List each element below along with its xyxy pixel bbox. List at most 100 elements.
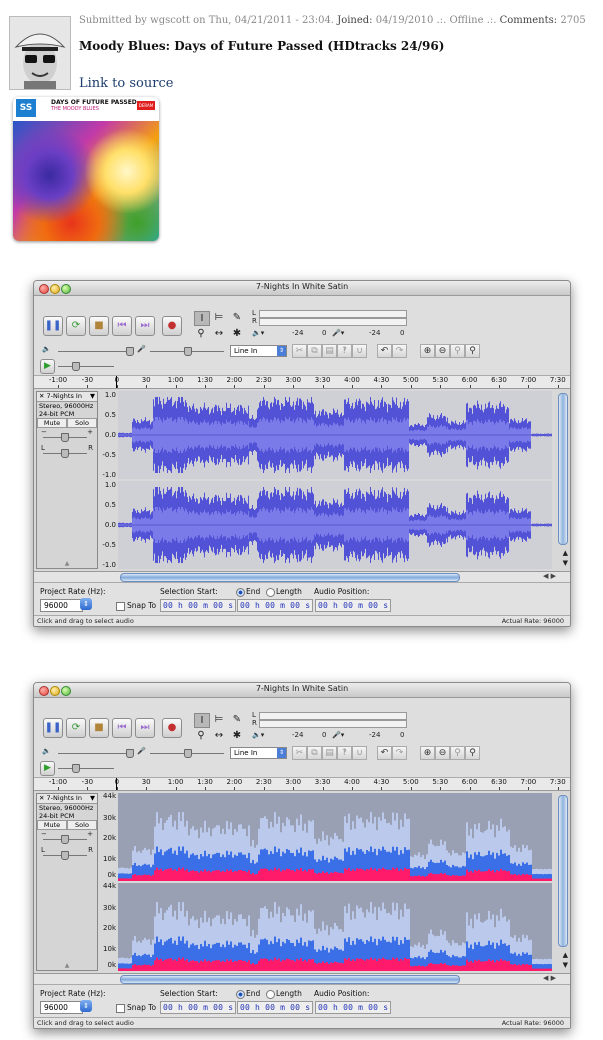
input-volume-thumb[interactable] — [184, 749, 192, 758]
trim-icon[interactable]: ‽ — [337, 746, 352, 760]
record-button[interactable]: ● — [162, 316, 182, 336]
silence-icon[interactable]: ∪ — [352, 344, 367, 358]
play-speed-slider[interactable] — [58, 366, 114, 367]
scroll-up-arrow-icon[interactable]: ▲ — [563, 549, 568, 557]
length-radio[interactable] — [266, 588, 275, 597]
project-rate-input[interactable]: 96000 — [40, 599, 83, 612]
fit-project-icon[interactable]: ⚲ — [465, 344, 480, 358]
window-titlebar[interactable]: 7-Nights In White Satin — [34, 281, 570, 296]
timeshift-tool-icon[interactable]: ↔ — [212, 729, 226, 742]
zoom-tool-icon[interactable]: ⚲ — [194, 729, 208, 742]
waveform-left-channel[interactable] — [118, 391, 552, 479]
zoom-tool-icon[interactable]: ⚲ — [194, 327, 208, 340]
zoom-in-icon[interactable]: ⊕ — [420, 344, 435, 358]
stop-button[interactable]: ■ — [89, 316, 109, 336]
selection-end-time[interactable]: 00 h 00 m 00 s — [237, 1001, 314, 1014]
timeshift-tool-icon[interactable]: ↔ — [212, 327, 226, 340]
zoom-in-icon[interactable]: ⊕ — [420, 746, 435, 760]
end-radio[interactable] — [236, 990, 245, 999]
scroll-down-arrow-icon[interactable]: ▼ — [563, 559, 568, 567]
silence-icon[interactable]: ∪ — [352, 746, 367, 760]
selection-end-time[interactable]: 00 h 00 m 00 s — [237, 599, 314, 612]
play-button[interactable]: ⟳ — [66, 718, 86, 738]
play-at-speed-button[interactable]: ▶ — [40, 359, 55, 374]
scroll-up-arrow-icon[interactable]: ▲ — [563, 951, 568, 959]
mute-button[interactable]: Mute — [37, 418, 67, 428]
playback-meter[interactable] — [259, 712, 407, 720]
multi-tool-icon[interactable]: ✱ — [230, 327, 244, 340]
gain-slider[interactable]: − + — [37, 428, 97, 444]
speaker-icon[interactable]: 🔈▾ — [252, 329, 264, 337]
cut-icon[interactable]: ✂ — [292, 344, 307, 358]
mic-icon[interactable]: 🎤▾ — [332, 329, 344, 337]
playback-meter-r[interactable] — [259, 318, 407, 326]
spectrogram-left-channel[interactable] — [118, 793, 552, 881]
gain-slider[interactable]: − + — [37, 830, 97, 846]
pan-thumb[interactable] — [61, 449, 69, 458]
zoom-out-icon[interactable]: ⊖ — [435, 746, 450, 760]
link-to-source[interactable]: Link to source — [79, 76, 173, 91]
end-radio[interactable] — [236, 588, 245, 597]
playback-meter[interactable] — [259, 310, 407, 318]
input-source-select[interactable]: Line In ⇕ — [230, 345, 287, 357]
waveform-right-channel[interactable] — [118, 481, 552, 569]
gain-thumb[interactable] — [61, 433, 69, 442]
snap-to-checkbox[interactable] — [116, 1004, 125, 1013]
project-rate-dropdown-icon[interactable]: ⇕ — [80, 598, 92, 610]
zoom-out-icon[interactable]: ⊖ — [435, 344, 450, 358]
paste-icon[interactable]: ▤ — [322, 746, 337, 760]
cut-icon[interactable]: ✂ — [292, 746, 307, 760]
fit-selection-icon[interactable]: ⚲ — [450, 746, 465, 760]
project-rate-input[interactable]: 96000 — [40, 1001, 83, 1014]
scroll-arrows-icon[interactable]: ◀ ▶ — [543, 572, 556, 580]
playback-meter-r[interactable] — [259, 720, 407, 728]
selection-tool-icon[interactable]: I — [194, 713, 210, 728]
gain-thumb[interactable] — [61, 835, 69, 844]
solo-button[interactable]: Solo — [67, 418, 97, 428]
stop-button[interactable]: ■ — [89, 718, 109, 738]
project-rate-dropdown-icon[interactable]: ⇕ — [80, 1000, 92, 1012]
window-titlebar[interactable]: 7-Nights In White Satin — [34, 683, 570, 698]
redo-icon[interactable]: ↷ — [392, 344, 407, 358]
vertical-scrollbar[interactable] — [558, 795, 568, 947]
fit-selection-icon[interactable]: ⚲ — [450, 344, 465, 358]
mic-icon[interactable]: 🎤▾ — [332, 731, 344, 739]
audio-position-time[interactable]: 00 h 00 m 00 s — [315, 1001, 392, 1014]
selection-tool-icon[interactable]: I — [194, 311, 210, 326]
output-volume-slider[interactable] — [58, 351, 134, 352]
play-speed-thumb[interactable] — [72, 764, 80, 773]
play-at-speed-button[interactable]: ▶ — [40, 761, 55, 776]
selection-start-time[interactable]: 00 h 00 m 00 s — [160, 1001, 237, 1014]
input-volume-thumb[interactable] — [184, 347, 192, 356]
timeline-ruler[interactable]: -1:00 -30 0 30 1:00 1:30 2:00 2:30 3:00 3:30 4:00 4… — [34, 376, 570, 389]
track-close-icon[interactable]: ✕ — [39, 794, 44, 802]
user-avatar[interactable] — [9, 16, 71, 90]
copy-icon[interactable]: ⧉ — [307, 344, 322, 358]
track-name-menu[interactable]: ✕ 7-Nights In ▼ — [37, 794, 97, 804]
solo-button[interactable]: Solo — [67, 820, 97, 830]
speaker-icon[interactable]: 🔈▾ — [252, 731, 264, 739]
output-volume-thumb[interactable] — [126, 347, 134, 356]
collapse-track-icon[interactable]: ▲ — [37, 560, 97, 568]
redo-icon[interactable]: ↷ — [392, 746, 407, 760]
play-speed-thumb[interactable] — [72, 362, 80, 371]
scroll-arrows-icon[interactable]: ◀ ▶ — [543, 974, 556, 982]
draw-tool-icon[interactable]: ✎ — [230, 713, 244, 726]
selection-start-time[interactable]: 00 h 00 m 00 s — [160, 599, 237, 612]
skip-start-button[interactable]: ⏮ — [112, 316, 132, 336]
track-close-icon[interactable]: ✕ — [39, 392, 44, 400]
horizontal-scroll-thumb[interactable] — [120, 573, 460, 582]
pan-slider[interactable]: LR — [37, 846, 97, 862]
horizontal-scroll-thumb[interactable] — [120, 975, 460, 984]
collapse-track-icon[interactable]: ▲ — [37, 962, 97, 970]
scroll-down-arrow-icon[interactable]: ▼ — [563, 961, 568, 969]
length-radio[interactable] — [266, 990, 275, 999]
mute-button[interactable]: Mute — [37, 820, 67, 830]
track-name-menu[interactable]: ✕ 7-Nights In ▼ — [37, 392, 97, 402]
pause-button[interactable]: ❚❚ — [43, 316, 63, 336]
vertical-scrollbar[interactable] — [558, 393, 568, 545]
envelope-tool-icon[interactable]: ⊨ — [212, 311, 226, 324]
snap-to-checkbox[interactable] — [116, 602, 125, 611]
skip-end-button[interactable]: ⏭ — [135, 718, 155, 738]
audio-position-time[interactable]: 00 h 00 m 00 s — [315, 599, 392, 612]
